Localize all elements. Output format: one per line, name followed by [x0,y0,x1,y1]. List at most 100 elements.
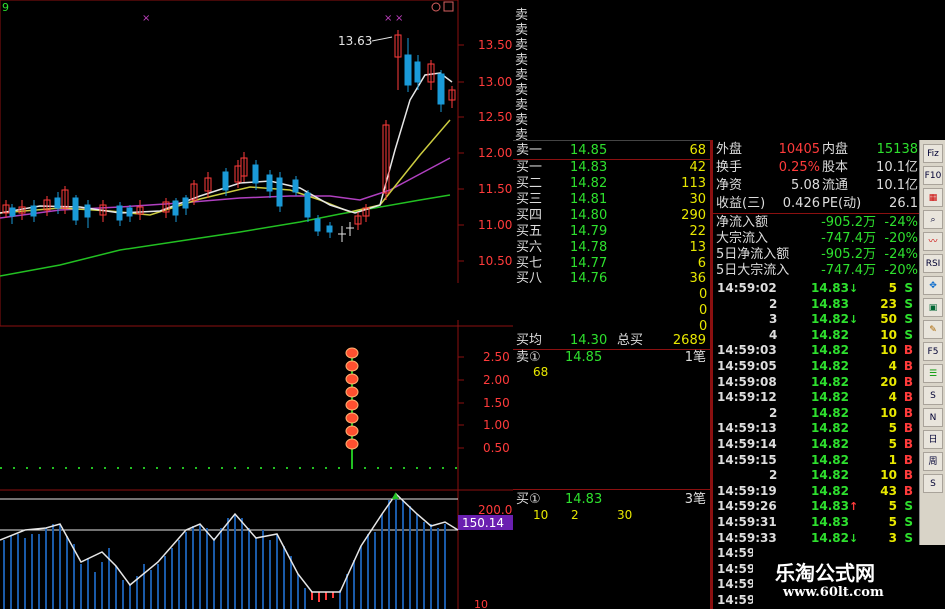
tick-volume: 50 [880,312,897,327]
stat-label: 换手 [716,160,743,175]
tick-row[interactable]: 14:59:15 14.82 1 B [713,453,919,469]
toolbar-button[interactable]: F5 [923,342,943,361]
tick-time: 2 [769,405,778,420]
stat-label: 收益(三) [716,196,766,211]
tick-time: 14:59:26 [717,499,777,514]
toolbar-button[interactable]: 周 [923,452,943,471]
toolbar-button[interactable]: S [923,386,943,405]
buy-row[interactable]: 买五 14.79 22 [513,224,710,240]
tick-row[interactable]: 14:59:03 14.82 10 B [713,343,919,359]
tick-time: 14:59:05 [717,359,777,373]
pencil-icon[interactable]: ✎ [923,320,943,339]
tick-row[interactable]: 2 14.82 10 B [713,406,919,422]
list-icon[interactable]: ☰ [923,364,943,383]
stat-label: 净资 [716,178,743,193]
queue-count: 1笔 [684,350,706,365]
level-price: 14.80 [570,208,608,223]
tick-row[interactable]: 14:59:33 14.82 ↓ 3 S [713,531,919,547]
corner-label: 9 [2,1,9,14]
tick-side: B [903,483,913,498]
level-price: 14.78 [570,240,608,255]
buy-row[interactable]: 买三 14.81 30 [513,192,710,208]
tick-volume: 5 [888,515,897,529]
toolbar-button[interactable]: 日 [923,430,943,449]
signal-lanterns [345,347,359,468]
y-tick: 13.50 [478,38,512,52]
tick-row[interactable]: 14:59:31 14.83 5 S [713,515,919,531]
tick-volume: 5 [888,281,897,295]
buy-row[interactable]: 买一 14.83 42 [513,160,710,176]
y-tick: 13.00 [478,75,512,89]
sell1-row[interactable]: 卖一 14.85 68 [513,143,710,159]
tick-row[interactable]: 14:59:19 14.82 43 B [713,484,919,500]
hidden-row-digit: 0 [699,303,708,318]
queue-volume: 30 [617,508,633,522]
arrow-down-icon: ↓ [849,282,859,295]
search-icon[interactable]: ⌕ [923,210,943,229]
level-volume: 6 [697,256,706,271]
tick-row[interactable]: 14:59:12 14.82 4 B [713,390,919,406]
tick-volume: 1 [888,452,897,467]
tick-row[interactable]: 14:59:05 14.82 4 B [713,359,919,375]
toolbar-button[interactable]: S [923,474,943,493]
tick-time: 14:59:08 [717,374,777,389]
stat-value: 10.1亿 [876,178,918,193]
level-label: 买三 [516,192,543,207]
toolbar-button[interactable]: Fiz [923,144,943,163]
tick-time: 4 [769,327,778,342]
tick-row[interactable]: 2 14.83 23 S [713,297,919,313]
tick-row[interactable]: 14:59:14 14.82 5 B [713,437,919,453]
stat-label: 股本 [822,160,849,175]
queue-volume: 68 [533,365,549,379]
tick-row[interactable]: 4 14.82 10 S [713,328,919,344]
total-buy-label: 总买 [617,333,644,348]
tick-volume: 3 [888,530,897,545]
y-tick: 0.50 [483,441,510,455]
buy-row[interactable]: 买七 14.77 6 [513,256,710,272]
hidden-row-digit: 0 [699,287,708,302]
tick-row[interactable]: 2 14.82 10 B [713,468,919,484]
toolbar-button[interactable]: N [923,408,943,427]
monitor-icon[interactable]: ▣ [923,298,943,317]
tick-side: S [904,296,913,311]
tick-price: 14.82 [811,452,849,467]
tick-row[interactable]: 14:59:26 14.83 ↑ 5 S [713,499,919,515]
level-label: 卖一 [516,143,543,158]
toolbar-button[interactable]: RSI [923,254,943,273]
y-tick: 12.50 [478,110,512,124]
tick-side: S [904,530,913,545]
stat-label: PE(动) [822,196,862,211]
total-buy-volume: 2689 [672,333,706,348]
tick-price: 14.82 [811,405,849,420]
buy-row[interactable]: 买六 14.78 13 [513,240,710,256]
queue-price: 14.85 [565,350,603,365]
buy-row[interactable]: 买四 14.80 290 [513,208,710,224]
order-book: 卖一 14.85 68 买一 14.83 42 买二 14.82 113 买三 14.81… [513,140,710,609]
tick-side: B [903,421,913,436]
chart-icon[interactable]: 〰 [923,232,943,251]
tick-side: B [903,343,913,358]
avg-buy-row: 买均 14.30 总买 2689 [513,333,710,349]
tick-volume: 10 [880,468,897,483]
tick-row[interactable]: 14:59:13 14.82 5 B [713,421,919,437]
tick-volume: 23 [880,296,897,311]
queue-volume: 2 [571,508,579,522]
buy-queue-row[interactable]: 买① 14.83 3笔 [513,492,710,508]
tick-volume: 43 [880,483,897,498]
tick-price: 14.83 [811,515,849,529]
tick-price: 14.83 [811,499,849,514]
move-icon[interactable]: ✥ [923,276,943,295]
tick-price: 14.82 [811,468,849,483]
sell-queue-row[interactable]: 卖① 14.85 1笔 [513,350,710,366]
tick-row[interactable]: 14:59:08 14.82 20 B [713,375,919,391]
toolbar-button[interactable]: F10 [923,166,943,185]
buy-row[interactable]: 买二 14.82 113 [513,176,710,192]
tick-row[interactable]: 3 14.82 ↓ 50 S [713,312,919,328]
grid-icon[interactable]: ▦ [923,188,943,207]
y-tick: 1.50 [483,396,510,410]
tick-price: 14.82 [811,327,849,342]
level-volume: 290 [681,208,706,223]
tick-price: 14.83 [811,296,849,311]
tick-row[interactable]: 14:59:02 14.83 ↓ 5 S [713,281,919,297]
level-label: 买五 [516,224,543,239]
